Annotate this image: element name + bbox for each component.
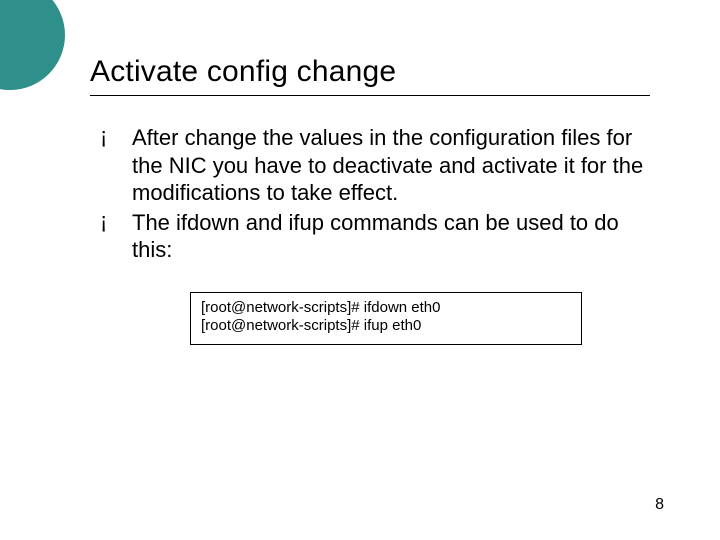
list-item: After change the values in the configura… (98, 124, 650, 207)
code-line: [root@network-scripts]# ifup eth0 (201, 317, 571, 336)
code-block: [root@network-scripts]# ifdown eth0 [roo… (190, 292, 582, 346)
slide-content: Activate config change After change the … (0, 0, 720, 345)
bullet-list: After change the values in the configura… (90, 124, 650, 264)
slide-title: Activate config change (90, 55, 650, 89)
page-number: 8 (655, 496, 664, 514)
list-item: The ifdown and ifup commands can be used… (98, 209, 650, 264)
title-divider (90, 95, 650, 96)
code-line: [root@network-scripts]# ifdown eth0 (201, 299, 571, 318)
